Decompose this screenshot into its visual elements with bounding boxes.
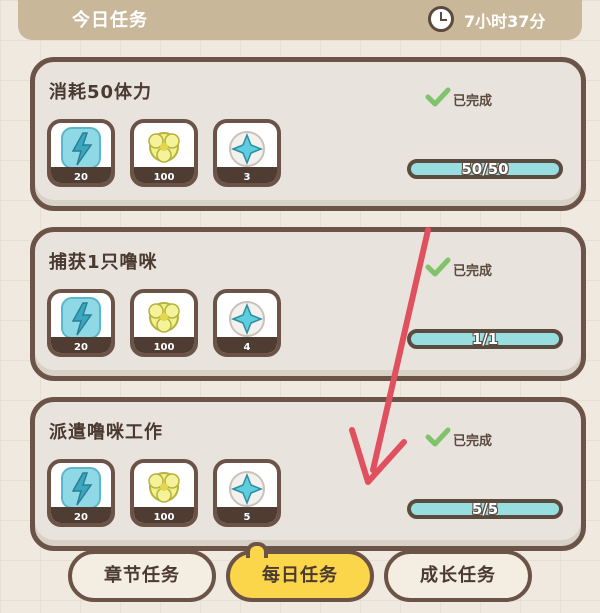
reward-item-lightning[interactable]: 20 xyxy=(47,459,115,527)
task-title: 消耗50体力 xyxy=(49,82,153,103)
task-card-2: 捕获1只噜咪 20 100 4 已完成 1/1 xyxy=(30,227,586,381)
status-completed: 已完成 xyxy=(453,434,493,449)
reward-qty: 20 xyxy=(74,172,88,183)
task-card-1: 消耗50体力 20 100 3 已完成 50/50 xyxy=(30,57,586,211)
star-gem-icon xyxy=(229,471,265,507)
flower-icon xyxy=(148,132,180,163)
checkmark-icon xyxy=(425,87,451,107)
progress-bar: 50/50 xyxy=(407,159,563,179)
star-gem-icon xyxy=(229,301,265,337)
task-title: 派遣噜咪工作 xyxy=(49,422,163,443)
lightning-icon xyxy=(61,467,101,509)
progress-bar: 1/1 xyxy=(407,329,563,349)
countdown-timer: 7小时37分 xyxy=(464,12,546,31)
reward-qty: 100 xyxy=(153,342,175,353)
progress-bar: 5/5 xyxy=(407,499,563,519)
reward-qty: 100 xyxy=(153,512,175,523)
task-card-3: 派遣噜咪工作 20 100 5 已完成 5/5 xyxy=(30,397,586,551)
reward-qty: 100 xyxy=(153,172,175,183)
reward-item-star-gem[interactable]: 3 xyxy=(213,119,281,187)
status-completed: 已完成 xyxy=(453,264,493,279)
status-completed: 已完成 xyxy=(453,94,493,109)
progress-text: 1/1 xyxy=(471,330,499,348)
reward-item-flower[interactable]: 100 xyxy=(130,289,198,357)
lightning-icon xyxy=(61,127,101,169)
flower-icon xyxy=(148,472,180,503)
tab-growth-tasks[interactable]: 成长任务 xyxy=(384,550,532,602)
flower-icon xyxy=(148,302,180,333)
lightning-icon xyxy=(61,297,101,339)
progress-text: 5/5 xyxy=(471,500,499,518)
tab-label: 每日任务 xyxy=(262,565,338,586)
daily-task-header: 今日任务 7小时37分 xyxy=(18,0,582,40)
reward-item-lightning[interactable]: 20 xyxy=(47,119,115,187)
tab-ear-decoration xyxy=(246,542,268,558)
reward-item-flower[interactable]: 100 xyxy=(130,459,198,527)
reward-qty: 20 xyxy=(74,512,88,523)
reward-item-lightning[interactable]: 20 xyxy=(47,289,115,357)
reward-qty: 5 xyxy=(243,512,251,523)
header-title: 今日任务 xyxy=(72,10,148,31)
checkmark-icon xyxy=(425,257,451,277)
reward-item-star-gem[interactable]: 4 xyxy=(213,289,281,357)
clock-icon xyxy=(428,6,454,32)
reward-qty: 4 xyxy=(243,342,251,353)
reward-qty: 3 xyxy=(243,172,251,183)
reward-item-flower[interactable]: 100 xyxy=(130,119,198,187)
task-title: 捕获1只噜咪 xyxy=(49,252,158,273)
reward-item-star-gem[interactable]: 5 xyxy=(213,459,281,527)
tab-daily-tasks[interactable]: 每日任务 xyxy=(226,542,374,602)
progress-text: 50/50 xyxy=(461,160,509,178)
checkmark-icon xyxy=(425,427,451,447)
reward-qty: 20 xyxy=(74,342,88,353)
tab-chapter-tasks[interactable]: 章节任务 xyxy=(68,550,216,602)
star-gem-icon xyxy=(229,131,265,167)
